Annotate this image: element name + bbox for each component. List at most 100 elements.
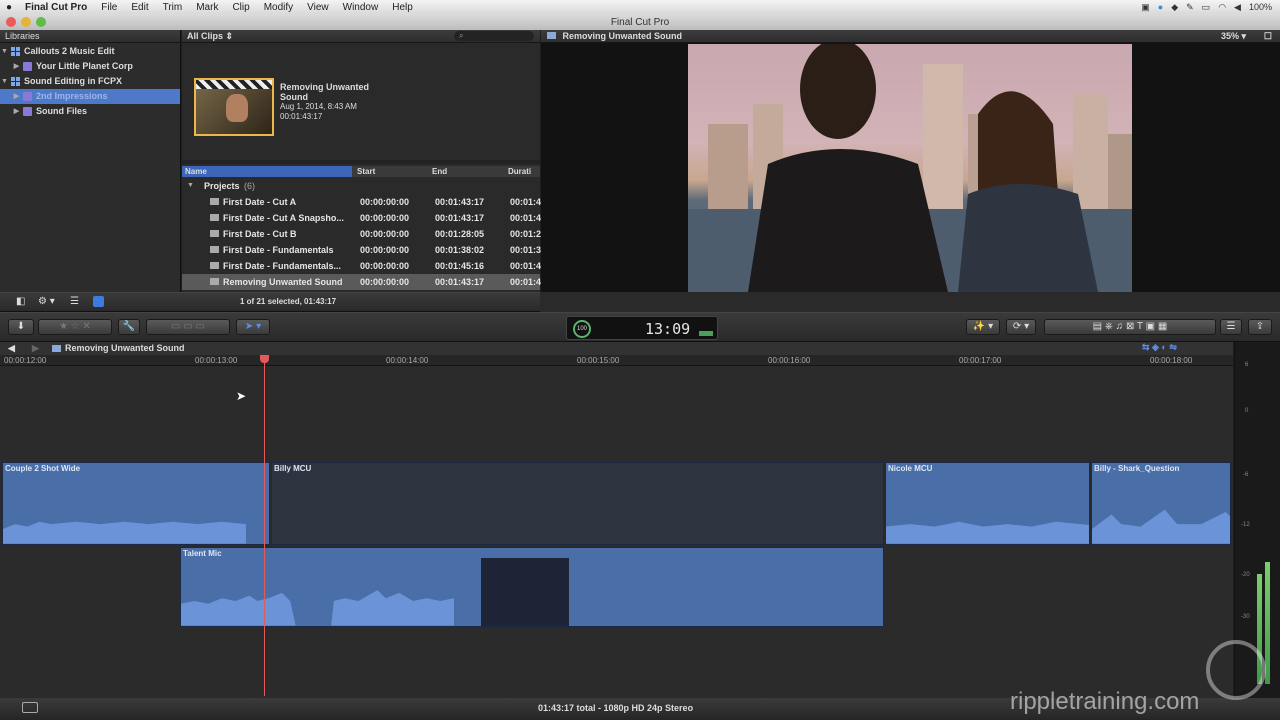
libraries-header: Libraries xyxy=(0,30,180,43)
search-field[interactable]: ⌕ xyxy=(454,31,534,41)
menu-file[interactable]: File xyxy=(94,2,124,13)
menu-clip[interactable]: Clip xyxy=(225,2,256,13)
zoom-button[interactable] xyxy=(36,17,46,27)
playhead[interactable] xyxy=(264,356,265,696)
library-label: Sound Editing in FCPX xyxy=(24,76,122,86)
keyword-button[interactable]: ★ ☆ ✕ xyxy=(38,319,112,335)
clip-filter-popup[interactable]: All Clips ⇕ xyxy=(187,31,233,42)
edit-buttons[interactable]: ▭ ▭ ▭ xyxy=(146,319,230,335)
disclosure-triangle-icon[interactable]: ▼ xyxy=(187,182,194,189)
list-view-icon[interactable]: ☰ xyxy=(70,296,79,307)
forward-arrow-icon[interactable]: ▶ xyxy=(32,343,39,354)
effects-button[interactable]: ✨ ▾ xyxy=(966,319,1000,335)
browser-status: 1 of 21 selected, 01:43:17 xyxy=(240,297,337,306)
enhance-button[interactable]: 🔧 xyxy=(118,319,140,335)
table-row[interactable]: First Date - Fundamentals... 00:00:00:00… xyxy=(182,258,541,274)
column-start[interactable]: Start xyxy=(357,167,375,176)
timeline-clip-nicole-mcu[interactable]: Nicole MCU xyxy=(885,462,1090,545)
close-button[interactable] xyxy=(6,17,16,27)
screen-record-icon[interactable]: ▣ xyxy=(1141,2,1150,13)
menu-view[interactable]: View xyxy=(300,2,336,13)
toolbar-tools[interactable]: ▤ ⎈ ♫ ⊠ T ▣ ▦ xyxy=(1044,319,1216,335)
disclosure-triangle-icon[interactable]: ▼ xyxy=(0,44,9,59)
twitter-icon[interactable]: ● xyxy=(1158,2,1163,13)
project-icon xyxy=(210,198,219,205)
playhead-head[interactable] xyxy=(260,355,269,363)
menu-window[interactable]: Window xyxy=(336,2,386,13)
meter-label: -20 xyxy=(1241,572,1250,578)
menu-app[interactable]: Final Cut Pro xyxy=(18,2,94,13)
viewer-header: Removing Unwanted Sound 35% ▾ ☐ xyxy=(541,30,1280,43)
menu-mark[interactable]: Mark xyxy=(189,2,225,13)
column-name[interactable]: Name xyxy=(182,166,352,177)
timeline-status-bar: 01:43:17 total - 1080p HD 24p Stereo rip… xyxy=(0,688,1280,720)
event-2nd-impressions[interactable]: ▶ 2nd Impressions xyxy=(0,89,180,104)
library-icon xyxy=(11,47,20,56)
disclosure-triangle-icon[interactable]: ▶ xyxy=(12,89,21,104)
zoom-level: 35% xyxy=(1220,31,1239,41)
audio-meter-mini xyxy=(699,331,713,336)
back-arrow-icon[interactable]: ◀ xyxy=(8,343,15,354)
wifi-icon[interactable]: ◠ xyxy=(1218,2,1226,13)
select-tool-button[interactable]: ➤ ▾ xyxy=(236,319,270,335)
zoom-popup[interactable]: 35% ▾ xyxy=(1221,30,1246,43)
row-duration: 00:01:4 xyxy=(510,213,542,223)
library-sound-editing[interactable]: ▼ Sound Editing in FCPX xyxy=(0,74,180,89)
table-row[interactable]: First Date - Fundamentals 00:00:00:00 00… xyxy=(182,242,541,258)
clip-thumbnail[interactable] xyxy=(194,78,274,136)
clip-info: Removing Unwanted Sound Aug 1, 2014, 8:4… xyxy=(280,82,370,122)
share-button[interactable]: ⇪ xyxy=(1248,319,1272,335)
menu-help[interactable]: Help xyxy=(385,2,420,13)
row-name: First Date - Cut B xyxy=(223,229,297,239)
timeline-clip-billy-mcu[interactable]: Billy MCU xyxy=(271,462,884,545)
minimize-button[interactable] xyxy=(21,17,31,27)
event-your-little-planet[interactable]: ▶ Your Little Planet Corp xyxy=(0,59,180,74)
timeline-ruler[interactable]: 00:00:12:00 00:00:13:00 00:00:14:00 00:0… xyxy=(0,355,1233,366)
inspector-button[interactable]: ☰ xyxy=(1220,319,1242,335)
menu-edit[interactable]: Edit xyxy=(124,2,155,13)
timeline-view-icons[interactable]: ⇆ ◈ ◐ ⇋ xyxy=(1142,342,1177,353)
timeline-clip-talent-mic[interactable]: Talent Mic xyxy=(180,547,884,627)
event-sound-files[interactable]: ▶ Sound Files xyxy=(0,104,180,119)
table-row-selected[interactable]: Removing Unwanted Sound 00:00:00:00 00:0… xyxy=(182,274,541,290)
table-row[interactable]: First Date - Cut B 00:00:00:00 00:01:28:… xyxy=(182,226,541,242)
disclosure-triangle-icon[interactable]: ▶ xyxy=(12,59,21,74)
event-icon xyxy=(23,62,32,71)
audio-waveform xyxy=(3,522,246,544)
range-selection[interactable] xyxy=(481,558,569,626)
dropbox-icon[interactable]: ◆ xyxy=(1171,2,1178,13)
menu-modify[interactable]: Modify xyxy=(257,2,300,13)
volume-icon[interactable]: ◀ xyxy=(1234,2,1241,13)
watermark-logo xyxy=(1206,640,1266,700)
library-callouts[interactable]: ▼ Callouts 2 Music Edit xyxy=(0,44,180,59)
action-gear-icon[interactable]: ⚙ ▾ xyxy=(38,296,55,307)
apple-icon[interactable]: ● xyxy=(0,2,18,13)
timecode-display[interactable]: 13:09 xyxy=(645,320,690,338)
mouse-cursor-icon: ➤ xyxy=(236,389,247,403)
disclosure-triangle-icon[interactable]: ▶ xyxy=(12,104,21,119)
clip-duration: 00:01:43:17 xyxy=(280,112,323,121)
ruler-tick: 00:00:15:00 xyxy=(577,356,620,365)
timeline-index-icon[interactable] xyxy=(22,702,38,713)
clapper-icon xyxy=(196,80,272,89)
table-row[interactable]: First Date - Cut A Snapsho... 00:00:00:0… xyxy=(182,210,542,226)
timeline-clip-couple-2-shot[interactable]: Couple 2 Shot Wide xyxy=(2,462,270,545)
wrench-icon[interactable]: ✎ xyxy=(1186,2,1194,13)
retime-button[interactable]: ⟳ ▾ xyxy=(1006,319,1036,335)
import-button[interactable]: ⬇ xyxy=(8,319,34,335)
video-frame xyxy=(688,44,1132,292)
table-row[interactable]: First Date - Cut A 00:00:00:00 00:01:43:… xyxy=(182,194,541,210)
projects-group-row[interactable]: ▼ Projects (6) xyxy=(182,178,540,194)
display-icon[interactable]: ▭ xyxy=(1202,2,1211,13)
column-end[interactable]: End xyxy=(432,167,447,176)
menu-trim[interactable]: Trim xyxy=(156,2,190,13)
view-options-icon[interactable]: ☐ xyxy=(1264,30,1272,43)
ruler-tick: 00:00:13:00 xyxy=(195,356,238,365)
column-duration[interactable]: Durati xyxy=(508,167,531,176)
row-start: 00:00:00:00 xyxy=(360,277,410,287)
timeline-clip-billy-shark[interactable]: Billy - Shark_Question xyxy=(1091,462,1231,545)
disclosure-triangle-icon[interactable]: ▼ xyxy=(0,74,9,89)
filmstrip-view-icon[interactable] xyxy=(93,296,104,307)
library-toggle-icon[interactable]: ◧ xyxy=(16,296,25,307)
library-icon xyxy=(11,77,20,86)
